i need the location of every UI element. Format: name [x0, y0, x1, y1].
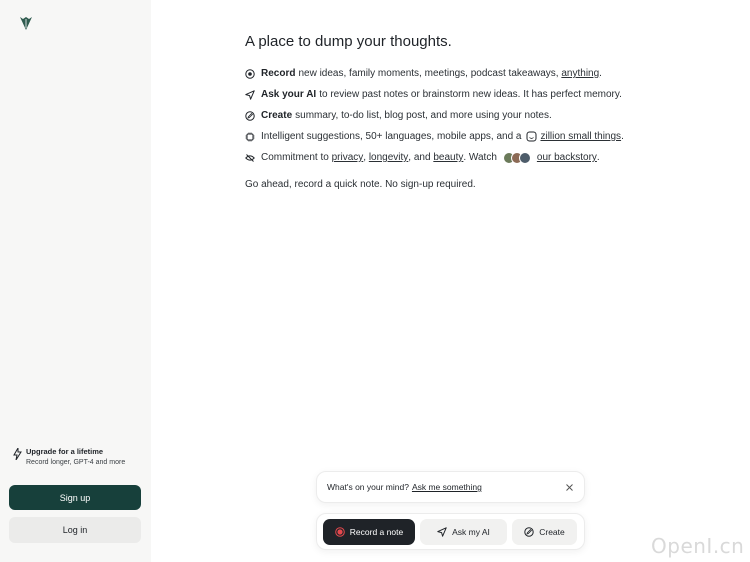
our-backstory-link[interactable]: our backstory [537, 152, 597, 163]
beauty-link[interactable]: beauty [433, 152, 463, 163]
feature-bold: Create [261, 110, 293, 121]
feature-create: Create summary, to-do list, blog post, a… [245, 105, 665, 126]
separator: . Watch [463, 152, 497, 163]
upgrade-promo[interactable]: Upgrade for a lifetime Record longer, GP… [13, 446, 125, 469]
sidebar: Upgrade for a lifetime Record longer, GP… [0, 0, 151, 562]
ask-my-ai-button[interactable]: Ask my AI [420, 518, 507, 545]
bolt-icon [13, 448, 22, 460]
pencil-circle-icon [245, 110, 255, 121]
team-avatars [502, 151, 531, 164]
leaf-logo-icon[interactable] [19, 15, 33, 31]
sign-up-button[interactable]: Sign up [9, 485, 141, 510]
create-button[interactable]: Create [512, 518, 577, 545]
send-icon [245, 89, 255, 100]
privacy-link[interactable]: privacy [332, 152, 364, 163]
record-note-button[interactable]: Record a note [323, 518, 415, 545]
ask-me-something-link[interactable]: Ask me something [412, 482, 482, 492]
feature-text: new ideas, family moments, meetings, pod… [298, 68, 559, 79]
upgrade-subtitle: Record longer, GPT-4 and more [26, 459, 126, 466]
eye-off-icon [245, 153, 255, 162]
smile-box-icon [526, 131, 537, 142]
close-icon[interactable] [565, 483, 574, 492]
anything-link[interactable]: anything [561, 68, 599, 79]
separator: , [363, 152, 367, 163]
feature-ask: Ask your AI to review past notes or brai… [245, 84, 665, 105]
avatar [518, 151, 531, 164]
main-content: A place to dump your thoughts. Record ne… [245, 33, 665, 190]
feature-text: Commitment to [261, 152, 329, 163]
send-icon [437, 526, 447, 537]
upgrade-title: Upgrade for a lifetime [26, 447, 104, 456]
feature-record: Record new ideas, family moments, meetin… [245, 63, 665, 84]
watermark: OpenI.cn [651, 534, 745, 558]
record-note-label: Record a note [349, 526, 404, 537]
record-dot-icon [334, 526, 345, 537]
punctuation: . [621, 131, 624, 142]
action-bar: Record a note Ask my AI Create [316, 513, 585, 550]
feature-text: Intelligent suggestions, 50+ languages, … [261, 131, 522, 142]
log-in-button[interactable]: Log in [9, 517, 141, 543]
feature-bold: Record [261, 68, 296, 79]
feature-text: to review past notes or brainstorm new i… [319, 89, 622, 100]
separator: , and [408, 152, 431, 163]
create-label: Create [539, 526, 565, 537]
feature-commitment: Commitment to privacy, longevity, and be… [245, 147, 665, 168]
feature-bold: Ask your AI [261, 89, 317, 100]
zillion-small-things-link[interactable]: zillion small things [540, 131, 621, 142]
quick-note-hint: Go ahead, record a quick note. No sign-u… [245, 179, 476, 190]
chip-icon [245, 132, 255, 141]
record-icon [245, 68, 255, 79]
prompt-bar[interactable]: What's on your mind? Ask me something [316, 471, 585, 503]
longevity-link[interactable]: longevity [369, 152, 408, 163]
punctuation: . [596, 152, 600, 163]
punctuation: . [599, 68, 602, 79]
page-title: A place to dump your thoughts. [245, 33, 452, 50]
feature-text: summary, to-do list, blog post, and more… [295, 110, 552, 121]
feature-suggestions: Intelligent suggestions, 50+ languages, … [245, 126, 665, 147]
ask-my-ai-label: Ask my AI [452, 526, 490, 537]
prompt-text: What's on your mind? [327, 482, 409, 492]
pencil-circle-icon [524, 526, 534, 537]
